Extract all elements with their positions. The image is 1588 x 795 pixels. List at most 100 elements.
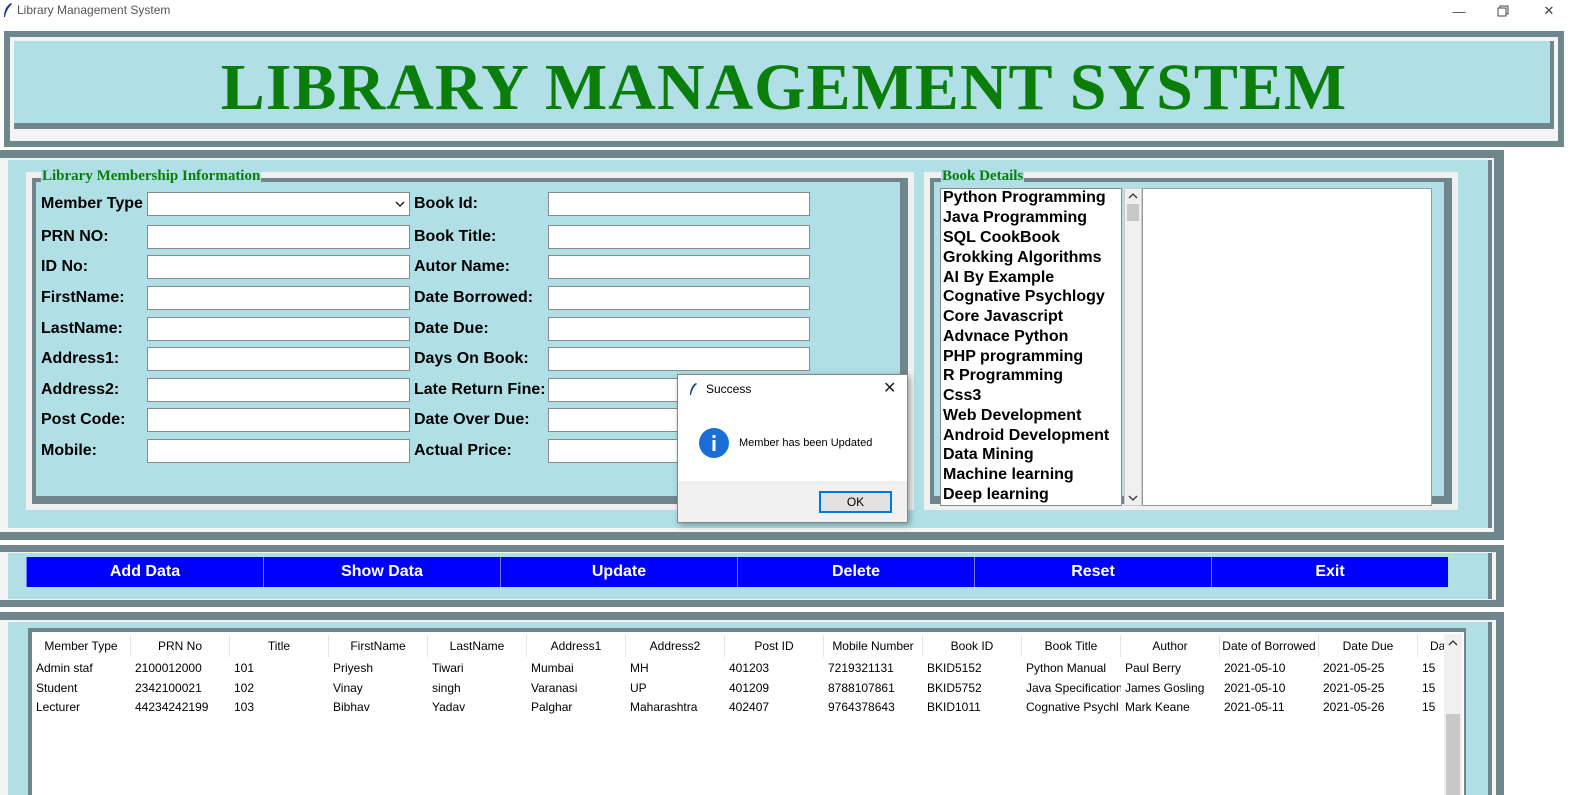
book-list-scrollbar[interactable] xyxy=(1124,188,1142,506)
feather-icon xyxy=(4,3,12,17)
minimize-icon[interactable]: — xyxy=(1436,0,1482,22)
table-cell: Admin staf xyxy=(36,661,93,675)
window-title: Library Management System xyxy=(17,3,171,17)
prn-input[interactable] xyxy=(147,225,410,249)
address1-label: Address1: xyxy=(41,350,120,367)
column-header[interactable]: Mobile Number xyxy=(824,635,923,657)
column-header[interactable]: LastName xyxy=(428,635,527,657)
info-icon xyxy=(699,428,729,458)
book-list-item[interactable]: R Programming xyxy=(943,367,1063,385)
show-data-button[interactable]: Show Data xyxy=(263,557,500,587)
date-over-due-label: Date Over Due: xyxy=(414,411,530,428)
book-list-item[interactable]: Cognative Psychlogy xyxy=(943,288,1105,306)
book-list-item[interactable]: Machine learning xyxy=(943,466,1074,484)
date-due-label: Date Due: xyxy=(414,320,489,337)
book-id-input[interactable] xyxy=(548,192,810,216)
book-list-item[interactable]: Data Mining xyxy=(943,446,1034,464)
postcode-label: Post Code: xyxy=(41,411,126,428)
book-list-item[interactable]: Deep learning xyxy=(943,486,1049,504)
chevron-down-icon[interactable] xyxy=(395,197,405,211)
chevron-up-icon[interactable] xyxy=(1448,638,1458,648)
column-header[interactable]: Member Type xyxy=(32,635,131,657)
postcode-input[interactable] xyxy=(147,408,410,432)
table-cell: MH xyxy=(630,661,649,675)
column-header[interactable]: PRN No xyxy=(131,635,230,657)
table-cell: 2021-05-11 xyxy=(1224,700,1285,714)
table-cell: Mumbai xyxy=(531,661,574,675)
book-list-item[interactable]: AI By Example xyxy=(943,269,1054,287)
column-header[interactable]: Address1 xyxy=(527,635,626,657)
book-list-item[interactable]: Grokking Algorithms xyxy=(943,249,1102,267)
table-cell: 2021-05-26 xyxy=(1323,700,1385,714)
column-header[interactable]: FirstName xyxy=(329,635,428,657)
table-cell: BKID5752 xyxy=(927,681,982,695)
dialog-close-icon[interactable]: ✕ xyxy=(883,378,896,398)
add-data-button[interactable]: Add Data xyxy=(26,557,263,587)
scrollbar-thumb[interactable] xyxy=(1127,204,1139,221)
table-cell: Palghar xyxy=(531,700,573,714)
book-list-item[interactable]: Android Development xyxy=(943,427,1109,445)
book-details-legend: Book Details xyxy=(941,168,1025,185)
table-cell: 2100012000 xyxy=(135,661,202,675)
exit-button[interactable]: Exit xyxy=(1211,557,1448,587)
column-header[interactable]: Book Title xyxy=(1022,635,1121,657)
update-button[interactable]: Update xyxy=(500,557,737,587)
table-cell: 101 xyxy=(234,661,255,675)
column-header[interactable]: Date of Borrowed xyxy=(1220,635,1319,657)
table-cell: Java Specification xyxy=(1026,681,1121,695)
author-name-input[interactable] xyxy=(548,255,810,279)
table-cell: Student xyxy=(36,681,78,695)
member-type-combobox[interactable] xyxy=(147,192,410,216)
book-list-item[interactable]: Web Development xyxy=(943,407,1081,425)
table-cell: James Gosling xyxy=(1125,681,1205,695)
chevron-up-icon[interactable] xyxy=(1128,191,1138,201)
table-cell: 8788107861 xyxy=(828,681,895,695)
book-list-item[interactable]: Java Programming xyxy=(943,209,1087,227)
date-due-input[interactable] xyxy=(548,317,810,341)
dialog-title: Success xyxy=(706,382,752,396)
book-list-item[interactable]: Python Programming xyxy=(943,189,1106,207)
ok-button[interactable]: OK xyxy=(819,491,892,513)
book-listbox[interactable]: Python Programming Java Programming SQL … xyxy=(940,188,1122,506)
table-cell: Priyesh xyxy=(333,661,374,675)
book-title-input[interactable] xyxy=(548,225,810,249)
address2-label: Address2: xyxy=(41,381,120,398)
table-cell: BKID5152 xyxy=(927,661,982,675)
book-list-item[interactable]: PHP programming xyxy=(943,348,1083,366)
table-cell: 402407 xyxy=(729,700,770,714)
mobile-input[interactable] xyxy=(147,439,410,463)
chevron-down-icon[interactable] xyxy=(1128,493,1138,503)
lastname-input[interactable] xyxy=(147,317,410,341)
table-cell: 44234242199 xyxy=(135,700,209,714)
page-title: LIBRARY MANAGEMENT SYSTEM xyxy=(220,51,1348,124)
delete-button[interactable]: Delete xyxy=(737,557,974,587)
table-cell: Lecturer xyxy=(36,700,81,714)
column-header[interactable]: Author xyxy=(1121,635,1220,657)
window-titlebar: Library Management System — ✕ xyxy=(0,0,1588,22)
address1-input[interactable] xyxy=(147,347,410,371)
column-header[interactable]: Address2 xyxy=(626,635,725,657)
table-cell: Paul Berry xyxy=(1125,661,1182,675)
member-type-label: Member Type xyxy=(41,195,143,212)
book-detail-textbox[interactable] xyxy=(1142,188,1432,506)
column-header[interactable]: Title xyxy=(230,635,329,657)
id-input[interactable] xyxy=(147,255,410,279)
column-header[interactable]: Post ID xyxy=(725,635,824,657)
records-table[interactable]: Member Type PRN No Title FirstName LastN… xyxy=(32,632,1464,795)
table-scrollbar[interactable] xyxy=(1444,634,1462,795)
book-list-item[interactable]: Advnace Python xyxy=(943,328,1068,346)
reset-button[interactable]: Reset xyxy=(974,557,1211,587)
address2-input[interactable] xyxy=(147,378,410,402)
close-icon[interactable]: ✕ xyxy=(1526,0,1572,22)
scrollbar-thumb[interactable] xyxy=(1446,714,1460,795)
book-list-item[interactable]: SQL CookBook xyxy=(943,229,1060,247)
column-header[interactable]: Date Due xyxy=(1319,635,1418,657)
book-list-item[interactable]: Core Javascript xyxy=(943,308,1063,326)
date-borrowed-input[interactable] xyxy=(548,286,810,310)
lastname-label: LastName: xyxy=(41,320,123,337)
column-header[interactable]: Book ID xyxy=(923,635,1022,657)
firstname-input[interactable] xyxy=(147,286,410,310)
restore-icon[interactable] xyxy=(1480,0,1526,22)
book-list-item[interactable]: Css3 xyxy=(943,387,981,405)
days-on-book-input[interactable] xyxy=(548,347,810,371)
